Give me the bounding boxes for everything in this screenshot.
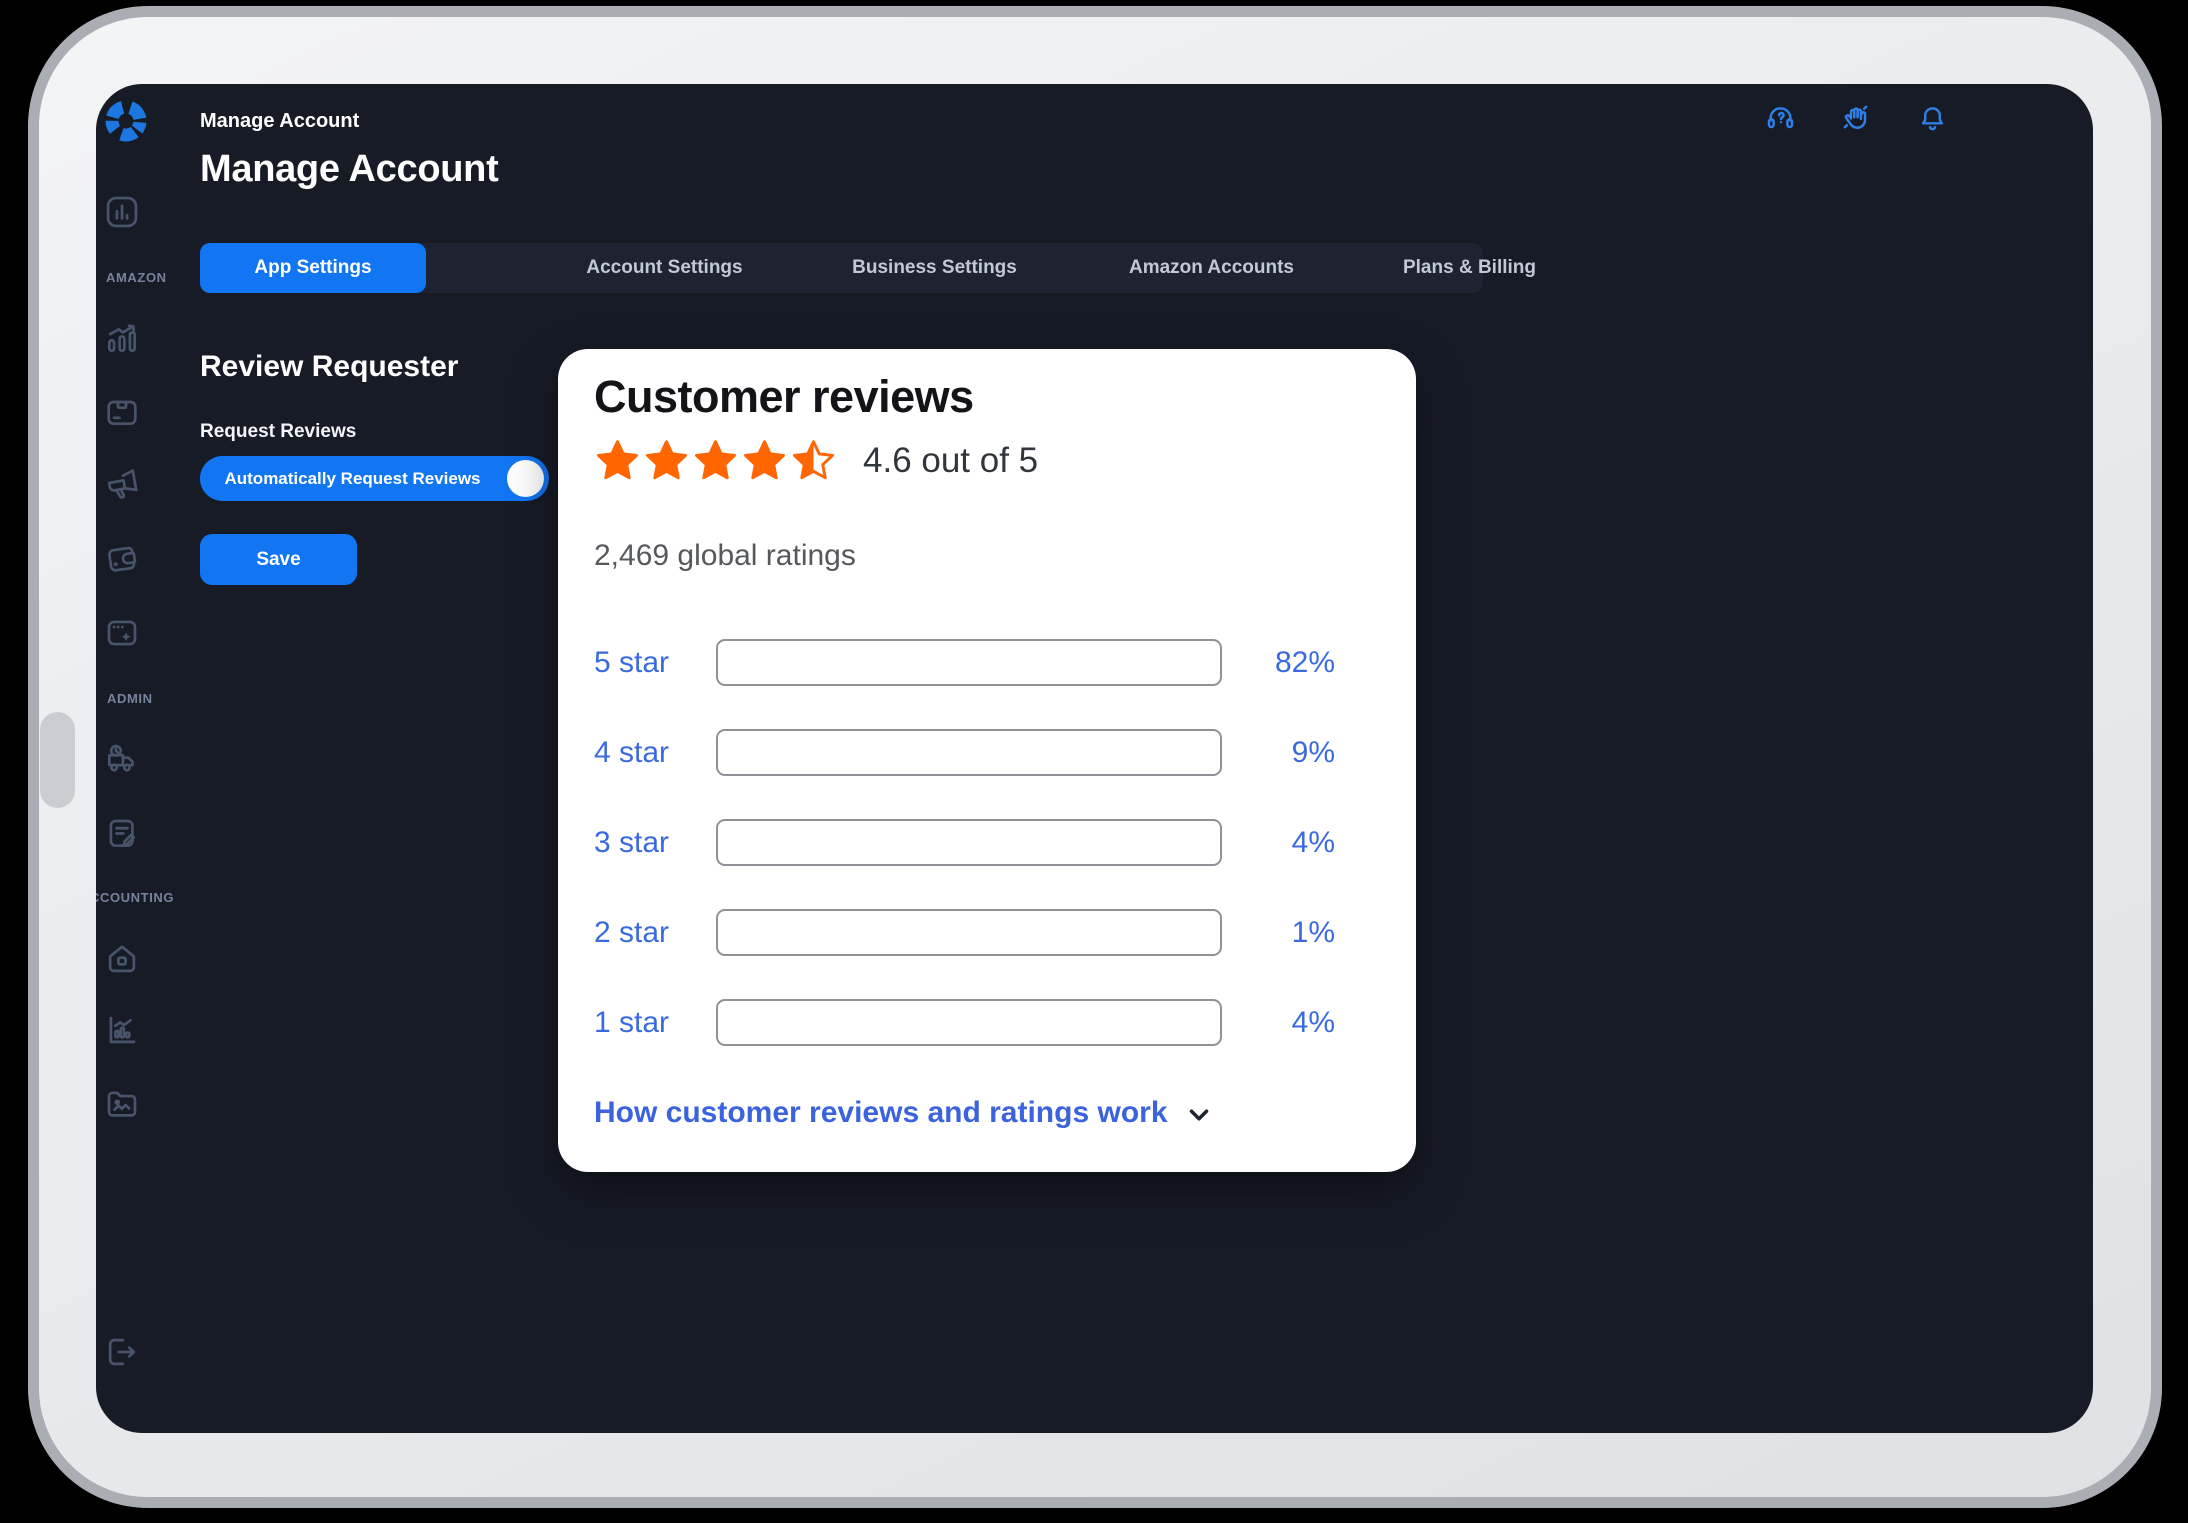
logout-icon	[103, 1333, 141, 1371]
rating-bar-track	[716, 909, 1222, 956]
sidebar-item-marketing[interactable]	[103, 466, 141, 504]
rating-row-label[interactable]: 2 star	[594, 916, 716, 950]
rating-row-percent: 9%	[1238, 736, 1335, 770]
wallet-star-icon	[103, 540, 141, 578]
global-ratings-text: 2,469 global ratings	[594, 539, 1380, 573]
sidebar-item-deliveries[interactable]	[103, 740, 141, 778]
rating-row-percent: 1%	[1238, 916, 1335, 950]
sidebar-group-amazon: AMAZON	[106, 270, 167, 285]
tab-business-settings[interactable]: Business Settings	[822, 243, 1047, 293]
star-rating: 4.6 out of 5	[594, 437, 1380, 485]
analytics-icon	[103, 319, 141, 357]
save-button[interactable]: Save	[200, 534, 357, 585]
sidebar-item-reports[interactable]	[103, 1011, 141, 1049]
star-half-icon	[790, 438, 837, 485]
tab-app-settings[interactable]: App Settings	[200, 243, 426, 293]
rating-bar-track	[716, 819, 1222, 866]
rating-row-2-star: 2 star 1%	[594, 909, 1380, 956]
sidebar-item-media[interactable]	[103, 1085, 141, 1123]
page-title: Manage Account	[200, 148, 498, 191]
customer-reviews-card: Customer reviews	[558, 349, 1416, 1172]
home-icon	[103, 940, 141, 978]
package-icon	[103, 392, 141, 430]
link-text: How customer reviews and ratings work	[594, 1096, 1168, 1130]
sidebar-item-products[interactable]	[103, 392, 141, 430]
rating-row-3-star: 3 star 4%	[594, 819, 1380, 866]
toggle-knob[interactable]	[507, 460, 544, 497]
rating-row-1-star: 1 star 4%	[594, 999, 1380, 1046]
rating-row-label[interactable]: 4 star	[594, 736, 716, 770]
star-full-icon	[594, 438, 641, 485]
auto-request-reviews-toggle[interactable]: Automatically Request Reviews	[200, 456, 549, 501]
rating-row-label[interactable]: 3 star	[594, 826, 716, 860]
settings-tabstrip: App Settings Account Settings Business S…	[200, 243, 1483, 293]
sidebar-group-accounting: ACCOUNTING	[96, 890, 174, 905]
topbar-icons	[1764, 102, 1949, 135]
chart-report-icon	[103, 1011, 141, 1049]
rating-row-5-star: 5 star 82%	[594, 639, 1380, 686]
truck-clock-icon	[103, 740, 141, 778]
rating-histogram: 5 star 82% 4 star 9% 3 star 4% 2 star	[594, 639, 1380, 1046]
sidebar-item-home[interactable]	[103, 940, 141, 978]
tab-account-settings[interactable]: Account Settings	[562, 243, 767, 293]
notification-bell-icon[interactable]	[1916, 102, 1949, 135]
tab-plans-billing[interactable]: Plans & Billing	[1367, 243, 1572, 293]
topbar-title: Manage Account	[200, 110, 359, 133]
rating-text: 4.6 out of 5	[863, 441, 1038, 481]
browser-sparkle-icon	[103, 614, 141, 652]
desktop-background: AMAZON	[0, 0, 2188, 1523]
hand-wave-icon[interactable]	[1840, 102, 1873, 135]
gallery-folder-icon	[103, 1085, 141, 1123]
dashboard-icon	[103, 193, 141, 231]
star-full-icon	[643, 438, 690, 485]
tab-amazon-accounts[interactable]: Amazon Accounts	[1099, 243, 1324, 293]
sidebar-item-wallet[interactable]	[103, 540, 141, 578]
rating-bar-track	[716, 729, 1222, 776]
sidebar-item-notes[interactable]	[103, 814, 141, 852]
sidebar-item-analytics[interactable]	[103, 319, 141, 357]
star-full-icon	[741, 438, 788, 485]
rating-bar-track	[716, 639, 1222, 686]
section-title: Review Requester	[200, 350, 458, 384]
request-reviews-label: Request Reviews	[200, 421, 356, 443]
rating-row-percent: 4%	[1238, 1006, 1335, 1040]
how-reviews-work-link[interactable]: How customer reviews and ratings work	[594, 1096, 1380, 1130]
app-logo-icon	[104, 99, 148, 143]
sidebar-group-admin: ADMIN	[107, 691, 153, 706]
support-headset-icon[interactable]	[1764, 102, 1797, 135]
sidebar-item-apps[interactable]	[103, 614, 141, 652]
card-title: Customer reviews	[594, 369, 1380, 425]
rating-row-percent: 4%	[1238, 826, 1335, 860]
rating-row-label[interactable]: 1 star	[594, 1006, 716, 1040]
star-full-icon	[692, 438, 739, 485]
rating-row-percent: 82%	[1238, 646, 1335, 680]
sidebar-item-logout[interactable]	[103, 1333, 141, 1371]
rating-bar-track	[716, 999, 1222, 1046]
document-edit-icon	[103, 814, 141, 852]
toggle-label: Automatically Request Reviews	[224, 469, 524, 489]
tablet-side-button	[40, 712, 75, 808]
megaphone-icon	[103, 466, 141, 504]
rating-row-label[interactable]: 5 star	[594, 646, 716, 680]
app-window: AMAZON	[96, 84, 2093, 1433]
sidebar-item-dashboard[interactable]	[103, 193, 141, 231]
rating-row-4-star: 4 star 9%	[594, 729, 1380, 776]
chevron-down-icon	[1184, 1100, 1214, 1130]
